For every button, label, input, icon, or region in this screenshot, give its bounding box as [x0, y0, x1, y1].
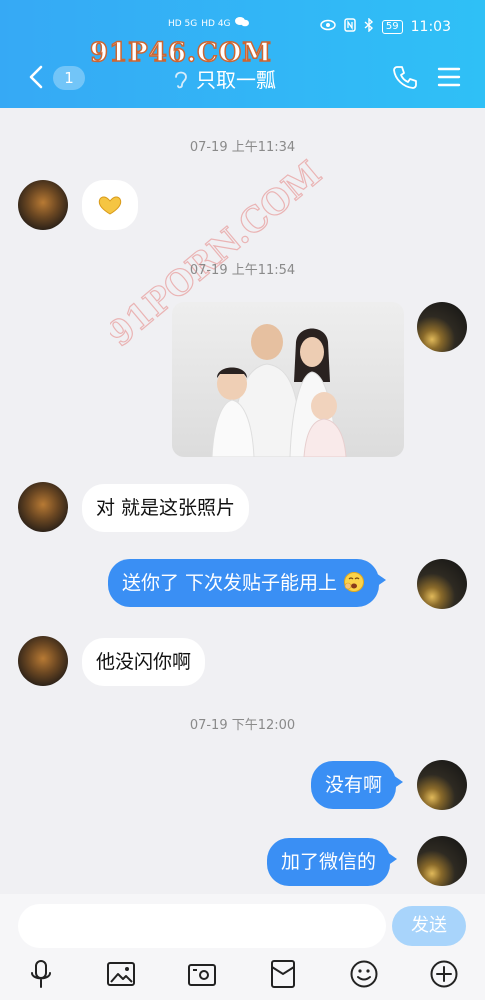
emoji-icon[interactable] [348, 958, 380, 990]
avatar-self[interactable] [417, 760, 467, 810]
avatar-self[interactable] [417, 836, 467, 886]
message-text: 送你了 下次发贴子能用上 [122, 572, 338, 594]
message-bubble-out[interactable]: 没有啊 [311, 761, 404, 809]
mic-icon[interactable] [25, 958, 57, 990]
message-bubble-in[interactable] [82, 180, 138, 230]
status-indicators: 59 11:03 [320, 17, 451, 36]
heart-hands-emoji-icon [98, 196, 122, 215]
message-bubble-out[interactable]: 送你了 下次发贴子能用上 [108, 559, 387, 607]
red-packet-icon[interactable] [267, 958, 299, 990]
phone-icon[interactable] [392, 64, 418, 90]
timestamp: 07-19 上午11:34 [189, 140, 296, 155]
send-button[interactable]: 发送 [392, 906, 466, 946]
family-photo-image [211, 324, 347, 457]
message-list[interactable]: 91PORN.COM 07-19 上午11:34 07-19 上午11:54 对… [0, 108, 485, 894]
image-icon[interactable] [105, 958, 137, 990]
avatar-self[interactable] [417, 302, 467, 352]
avatar-friend[interactable] [18, 180, 68, 230]
chat-header: HD 5G HD 4G 59 11:03 91P46.COM 1 只取一瓢 [0, 0, 485, 108]
clock: 11:03 [410, 19, 451, 35]
status-network: HD 5G HD 4G [168, 16, 249, 31]
back-arrow-icon[interactable] [26, 64, 46, 90]
chat-title: 只取一瓢 [196, 68, 276, 92]
avatar-friend[interactable] [18, 482, 68, 532]
input-toolbar [0, 958, 485, 994]
network-left: HD 5G [168, 18, 198, 29]
avatar-friend[interactable] [18, 636, 68, 686]
camera-icon[interactable] [186, 958, 218, 990]
timestamp: 07-19 下午12:00 [189, 718, 296, 733]
yawning-emoji-icon [344, 572, 365, 592]
message-bubble-in[interactable]: 对 就是这张照片 [82, 484, 250, 532]
bluetooth-icon [364, 17, 374, 36]
input-bar: 发送 [0, 894, 485, 1000]
message-bubble-in[interactable]: 他没闪你啊 [82, 638, 206, 686]
network-right: HD 4G [201, 18, 231, 29]
avatar-self[interactable] [417, 559, 467, 609]
timestamp: 07-19 上午11:54 [189, 263, 296, 278]
ear-icon [175, 71, 187, 88]
unread-count-badge[interactable]: 1 [53, 66, 85, 90]
family-photo-message[interactable] [172, 302, 404, 457]
eye-icon [320, 19, 336, 35]
battery-icon: 59 [381, 20, 403, 34]
chat-app-icon [234, 16, 249, 31]
nfc-icon [344, 18, 356, 36]
message-bubble-out[interactable]: 加了微信的 [267, 838, 398, 886]
message-input[interactable] [18, 904, 386, 948]
title-area[interactable]: 只取一瓢 [172, 64, 276, 93]
menu-icon[interactable] [437, 66, 461, 88]
plus-icon[interactable] [428, 958, 460, 990]
